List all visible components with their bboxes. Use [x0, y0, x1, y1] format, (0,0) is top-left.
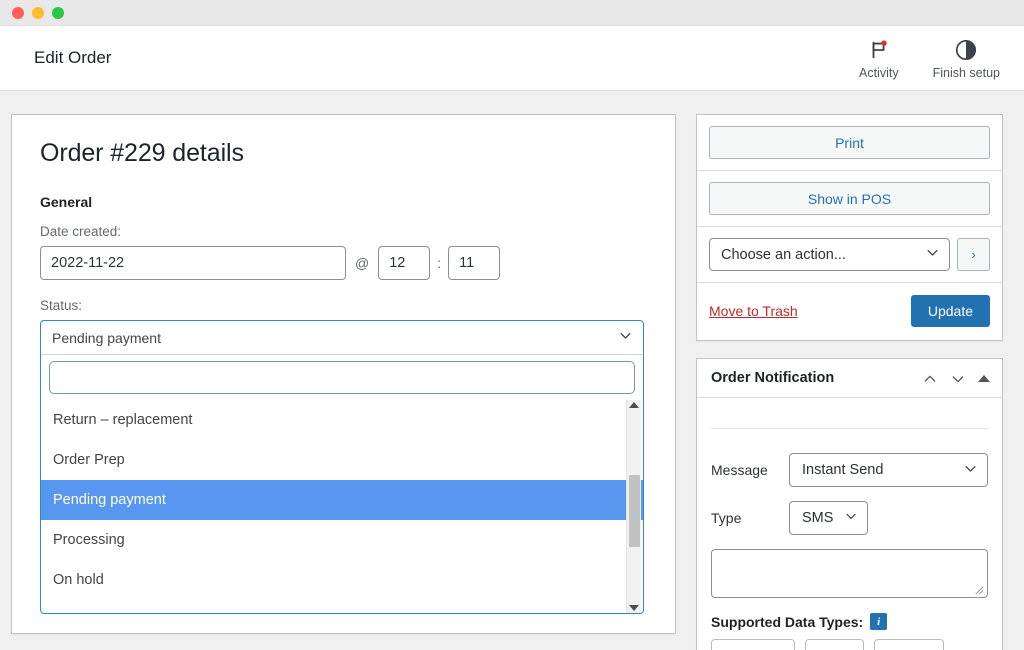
- status-label: Status:: [40, 298, 83, 313]
- data-type-pills: Order ID Date Status: [711, 639, 988, 650]
- general-section-heading: General: [40, 194, 93, 210]
- status-option[interactable]: Order Prep: [41, 440, 643, 480]
- status-selected-value: Pending payment: [52, 329, 161, 346]
- chevron-down-icon: [618, 328, 633, 348]
- type-row: Type SMS: [711, 501, 988, 535]
- window-minimize-button[interactable]: [32, 6, 44, 19]
- status-select-toggle[interactable]: Pending payment: [41, 321, 643, 355]
- scroll-up-arrow-icon[interactable]: [629, 402, 639, 408]
- supported-data-types-label: Supported Data Types: i: [711, 613, 988, 630]
- message-select[interactable]: Instant Send: [789, 453, 988, 487]
- panel-divider: [711, 428, 988, 429]
- order-details-card: Order #229 details General Date created:…: [11, 114, 676, 634]
- status-list-scrollbar[interactable]: [626, 400, 641, 613]
- main-column: Order #229 details General Date created:…: [11, 114, 696, 650]
- status-option[interactable]: Processing: [41, 520, 643, 560]
- collapse-panel-icon[interactable]: [978, 374, 990, 382]
- data-type-date-button[interactable]: Date: [804, 639, 865, 650]
- supported-data-types-text: Supported Data Types:: [711, 613, 864, 630]
- window-titlebar: [0, 0, 1024, 26]
- type-select[interactable]: SMS: [789, 501, 868, 535]
- page-body: Order #229 details General Date created:…: [0, 91, 1024, 650]
- show-in-pos-button[interactable]: Show in POS: [709, 182, 990, 215]
- print-button[interactable]: Print: [709, 126, 990, 159]
- window-maximize-button[interactable]: [52, 6, 64, 19]
- status-options-list[interactable]: Return – replacement Order Prep Pending …: [41, 400, 643, 613]
- submit-row: Move to Trash Update: [697, 283, 1002, 340]
- right-gutter: [1014, 114, 1024, 650]
- choose-action-group: Choose an action... ›: [709, 238, 990, 271]
- hour-input[interactable]: [378, 246, 431, 280]
- status-select-dropdown[interactable]: Pending payment Return – replacement Ord…: [40, 320, 644, 614]
- update-button[interactable]: Update: [910, 295, 990, 327]
- half-circle-icon: [954, 37, 978, 63]
- status-select-container: Pending payment Return – replacement Ord…: [40, 320, 647, 614]
- header-actions: Activity Finish setup: [859, 37, 1000, 80]
- order-notification-header: Order Notification: [697, 359, 1002, 398]
- type-label: Type: [711, 510, 742, 526]
- status-option[interactable]: Return – replacement: [41, 400, 643, 440]
- order-title: Order #229 details: [40, 139, 244, 167]
- sidebar-column: Print Show in POS Choose an action... › …: [696, 114, 1014, 650]
- order-notification-box: Order Notification Message Instant Send …: [696, 358, 1003, 650]
- left-gutter: [0, 114, 11, 650]
- status-option[interactable]: Completed: [41, 600, 643, 613]
- apply-action-button[interactable]: ›: [957, 238, 990, 271]
- choose-action-row: Choose an action... ›: [697, 227, 1002, 283]
- finish-setup-button[interactable]: Finish setup: [933, 37, 1000, 80]
- move-to-trash-link[interactable]: Move to Trash: [709, 303, 798, 319]
- status-search-wrapper: [41, 355, 643, 400]
- show-in-pos-row: Show in POS: [697, 171, 1002, 227]
- app-header: Edit Order Activity Finish setup: [0, 26, 1024, 91]
- chevron-down-icon: [925, 245, 940, 264]
- choose-action-select[interactable]: Choose an action...: [709, 238, 950, 271]
- window-close-button[interactable]: [12, 6, 24, 19]
- chevron-down-icon: [963, 461, 978, 480]
- resize-handle-icon[interactable]: [973, 584, 984, 595]
- scrollbar-thumb[interactable]: [629, 475, 640, 547]
- data-type-status-button[interactable]: Status: [874, 639, 944, 650]
- date-created-label: Date created:: [40, 224, 122, 239]
- order-notification-body: Message Instant Send Type SMS Supported …: [697, 398, 1002, 650]
- date-created-row: @ :: [40, 246, 647, 280]
- chevron-down-icon: [844, 509, 858, 527]
- data-type-order-id-button[interactable]: Order ID: [711, 639, 795, 650]
- finish-setup-label: Finish setup: [932, 65, 1000, 80]
- message-label: Message: [711, 462, 768, 478]
- status-option-selected[interactable]: Pending payment: [41, 480, 643, 520]
- message-value: Instant Send: [802, 462, 884, 478]
- order-notification-title: Order Notification: [711, 370, 835, 386]
- scroll-down-arrow-icon[interactable]: [629, 605, 639, 611]
- page-title: Edit Order: [34, 48, 112, 67]
- minute-input[interactable]: [448, 246, 501, 280]
- activity-button[interactable]: Activity: [859, 37, 899, 80]
- choose-action-value: Choose an action...: [721, 246, 846, 263]
- info-icon[interactable]: i: [870, 613, 888, 630]
- activity-label: Activity: [859, 65, 899, 80]
- move-up-icon[interactable]: [922, 371, 936, 385]
- move-down-icon[interactable]: [950, 371, 964, 385]
- date-created-input[interactable]: [40, 246, 346, 280]
- panel-controls: [922, 371, 990, 385]
- flag-icon: [868, 37, 890, 63]
- order-actions-box: Print Show in POS Choose an action... › …: [696, 114, 1003, 341]
- status-search-input[interactable]: [49, 361, 635, 394]
- at-separator: @: [355, 255, 370, 271]
- time-separator: :: [437, 255, 442, 271]
- notification-message-textarea[interactable]: [711, 549, 988, 598]
- message-row: Message Instant Send: [711, 453, 988, 487]
- print-row: Print: [697, 115, 1002, 171]
- status-option[interactable]: On hold: [41, 560, 643, 600]
- type-value: SMS: [802, 510, 834, 526]
